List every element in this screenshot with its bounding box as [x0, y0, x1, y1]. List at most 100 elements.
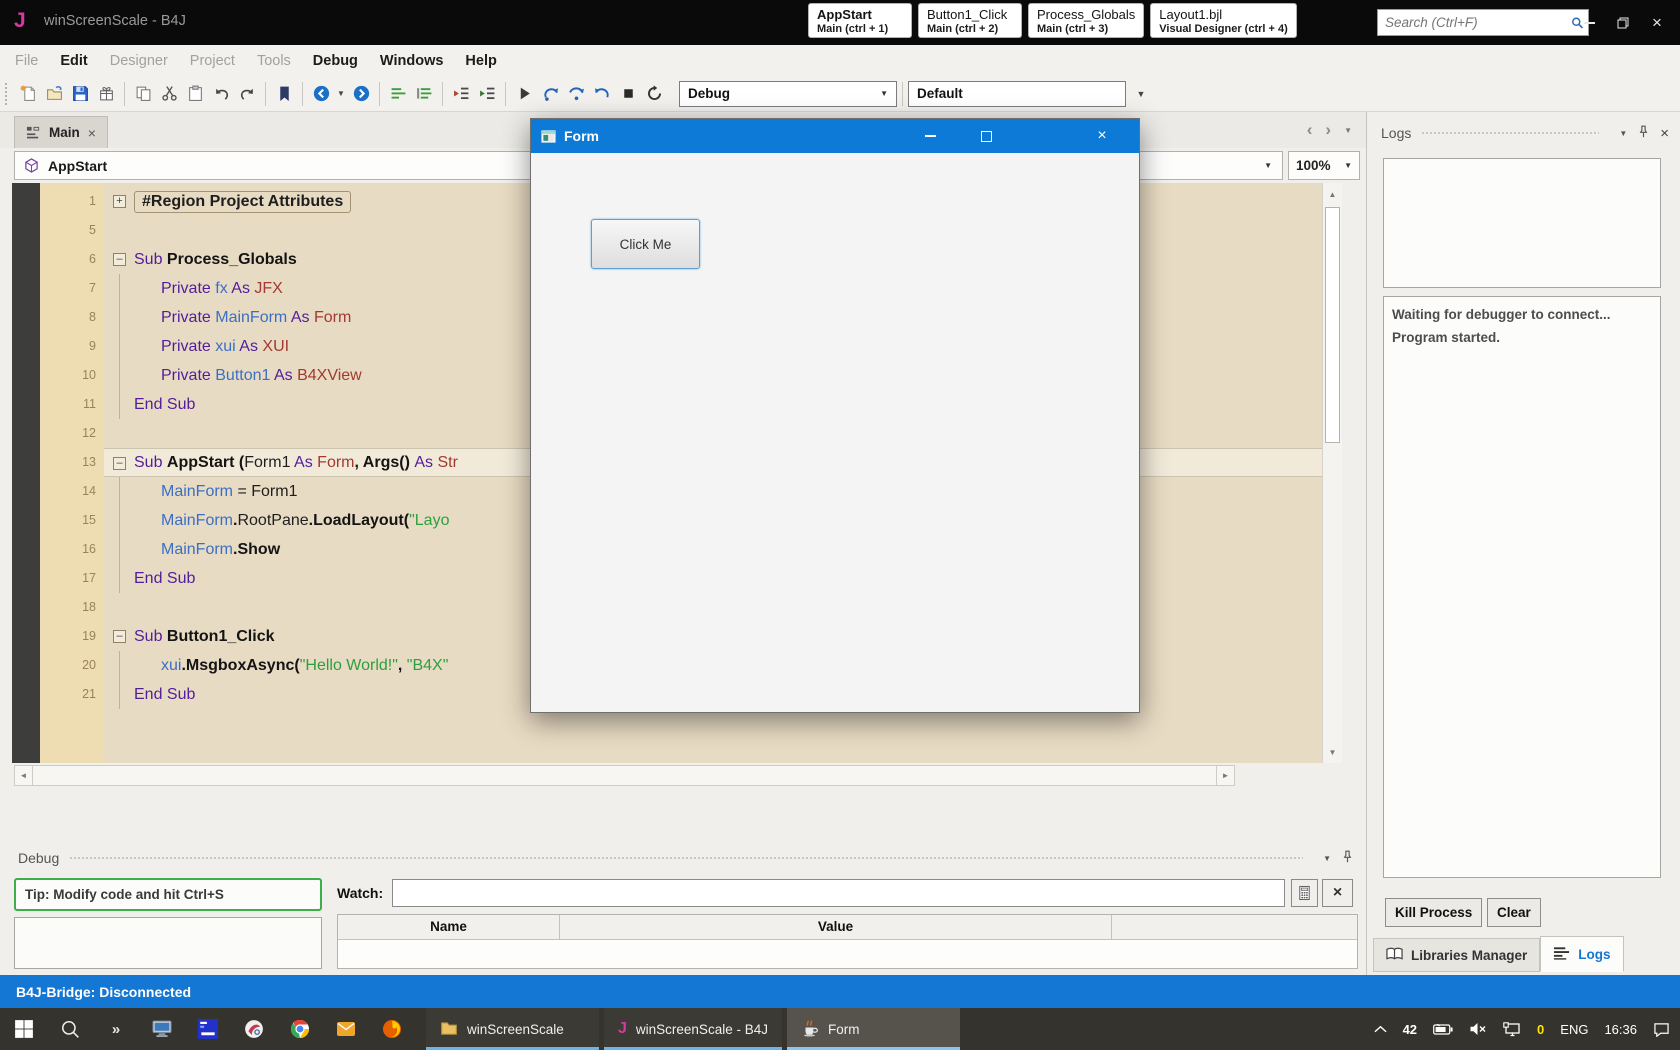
chevron-down-icon[interactable]: ▼: [1323, 854, 1331, 863]
log-output-box[interactable]: Waiting for debugger to connect... Progra…: [1383, 296, 1661, 878]
outlook-icon[interactable]: [334, 1017, 358, 1041]
nav-caret-icon[interactable]: ▼: [334, 81, 348, 107]
minimize-button[interactable]: [1574, 0, 1604, 45]
action-center-icon[interactable]: [1653, 1022, 1670, 1037]
tab-libraries-manager[interactable]: Libraries Manager: [1373, 938, 1541, 972]
form-title-bar[interactable]: Form ×: [531, 119, 1139, 153]
form-maximize-button[interactable]: [973, 119, 999, 153]
package-icon[interactable]: [93, 81, 119, 107]
tab-logs[interactable]: Logs: [1540, 936, 1624, 972]
start-icon[interactable]: [12, 1017, 36, 1041]
battery-icon[interactable]: [1433, 1023, 1453, 1035]
save-icon[interactable]: [67, 81, 93, 107]
uncomment-icon[interactable]: [411, 81, 437, 107]
menu-debug[interactable]: Debug: [302, 53, 369, 69]
quick-tab-button1_click[interactable]: Button1_Click Main (ctrl + 2): [918, 3, 1022, 38]
search-box[interactable]: [1377, 9, 1589, 36]
editor-vertical-scrollbar[interactable]: ▲ ▼: [1322, 183, 1342, 763]
evaluate-expression-button[interactable]: [1291, 879, 1318, 907]
tab-nav-left-icon[interactable]: ‹: [1307, 120, 1313, 140]
quick-tab-process_globals[interactable]: Process_Globals Main (ctrl + 3): [1028, 3, 1145, 38]
run-icon[interactable]: [511, 81, 537, 107]
watch-input[interactable]: [392, 879, 1285, 907]
search-icon[interactable]: [58, 1017, 82, 1041]
fold-marker[interactable]: –: [113, 253, 126, 266]
scroll-left-icon[interactable]: ◄: [15, 766, 33, 785]
menu-file[interactable]: File: [4, 53, 49, 69]
navigate-back-icon[interactable]: [308, 81, 334, 107]
tab-main[interactable]: Main ×: [14, 116, 108, 148]
firefox-icon[interactable]: [380, 1017, 404, 1041]
bookmark-icon[interactable]: [271, 81, 297, 107]
form-window[interactable]: Form × Click Me: [530, 118, 1140, 713]
editor-zoom-select[interactable]: 100% ▼: [1288, 151, 1360, 180]
tray-zero-badge[interactable]: 0: [1537, 1022, 1544, 1037]
taskbar-button-winscreenscale[interactable]: winScreenScale: [426, 1008, 599, 1050]
cut-icon[interactable]: [156, 81, 182, 107]
tray-badge[interactable]: 42: [1403, 1022, 1417, 1037]
open-project-icon[interactable]: [41, 81, 67, 107]
menu-edit[interactable]: Edit: [49, 53, 98, 69]
overflow-icon[interactable]: »: [104, 1017, 128, 1041]
form-minimize-button[interactable]: [917, 119, 943, 153]
close-button[interactable]: ×: [1642, 0, 1672, 45]
navigate-forward-icon[interactable]: [348, 81, 374, 107]
restart-icon[interactable]: [641, 81, 667, 107]
clear-watch-button[interactable]: ×: [1322, 879, 1353, 907]
clock[interactable]: 16:36: [1604, 1022, 1637, 1037]
language-indicator[interactable]: ENG: [1560, 1022, 1588, 1037]
undo-icon[interactable]: [208, 81, 234, 107]
menu-project[interactable]: Project: [179, 53, 246, 69]
quick-tab-layout1.bjl[interactable]: Layout1.bjl Visual Designer (ctrl + 4): [1150, 3, 1297, 38]
watch-column-name[interactable]: Name: [338, 915, 560, 939]
taskbar-button-form[interactable]: Form: [786, 1008, 960, 1050]
step-over-icon[interactable]: [563, 81, 589, 107]
media-tool-icon[interactable]: [242, 1017, 266, 1041]
kill-process-button[interactable]: Kill Process: [1385, 898, 1483, 927]
collapsed-region-box[interactable]: #Region Project Attributes: [134, 191, 352, 213]
editor-horizontal-scrollbar[interactable]: ◄ ►: [14, 765, 1235, 786]
watch-column-value[interactable]: Value: [560, 915, 1112, 939]
log-filter-box[interactable]: [1383, 158, 1661, 288]
comment-icon[interactable]: [385, 81, 411, 107]
click-me-button[interactable]: Click Me: [591, 219, 700, 269]
clear-logs-button[interactable]: Clear: [1487, 898, 1541, 927]
pin-icon[interactable]: [1341, 849, 1354, 867]
chrome-icon[interactable]: [288, 1017, 312, 1041]
tab-nav-right-icon[interactable]: ›: [1325, 120, 1331, 140]
toolbar-overflow-caret[interactable]: ▼: [1134, 81, 1148, 107]
fold-marker[interactable]: +: [113, 195, 126, 208]
redo-icon[interactable]: [234, 81, 260, 107]
indent-icon[interactable]: [474, 81, 500, 107]
build-config-select[interactable]: Default: [908, 80, 1126, 107]
step-into-icon[interactable]: [537, 81, 563, 107]
scroll-right-icon[interactable]: ►: [1216, 766, 1234, 785]
build-mode-select[interactable]: Debug ▼: [679, 80, 897, 107]
restore-button[interactable]: [1608, 0, 1638, 45]
close-icon[interactable]: ×: [1660, 125, 1669, 142]
tab-close-icon[interactable]: ×: [88, 125, 96, 141]
b4j-designer-icon[interactable]: [196, 1017, 220, 1041]
paste-icon[interactable]: [182, 81, 208, 107]
scroll-down-icon[interactable]: ▼: [1323, 743, 1342, 761]
volume-muted-icon[interactable]: [1469, 1022, 1487, 1036]
taskbar-button-winscreenscale-b4j[interactable]: JwinScreenScale - B4J: [604, 1008, 782, 1050]
resume-icon[interactable]: [589, 81, 615, 107]
fold-marker[interactable]: –: [113, 630, 126, 643]
network-icon[interactable]: [1503, 1021, 1521, 1037]
pin-icon[interactable]: [1637, 124, 1650, 142]
desktop-icon[interactable]: [150, 1017, 174, 1041]
outdent-icon[interactable]: [448, 81, 474, 107]
chevron-down-icon[interactable]: ▼: [1619, 129, 1627, 138]
toolbar-grip[interactable]: [5, 82, 9, 105]
menu-designer[interactable]: Designer: [99, 53, 179, 69]
search-input[interactable]: [1378, 15, 1571, 30]
menu-windows[interactable]: Windows: [369, 53, 455, 69]
tray-expand[interactable]: [1374, 1025, 1387, 1033]
copy-icon[interactable]: [130, 81, 156, 107]
menu-help[interactable]: Help: [454, 53, 507, 69]
form-close-button[interactable]: ×: [1089, 119, 1115, 153]
fold-marker[interactable]: –: [113, 457, 126, 470]
scroll-up-icon[interactable]: ▲: [1323, 185, 1342, 203]
quick-tab-appstart[interactable]: AppStart Main (ctrl + 1): [808, 3, 912, 38]
